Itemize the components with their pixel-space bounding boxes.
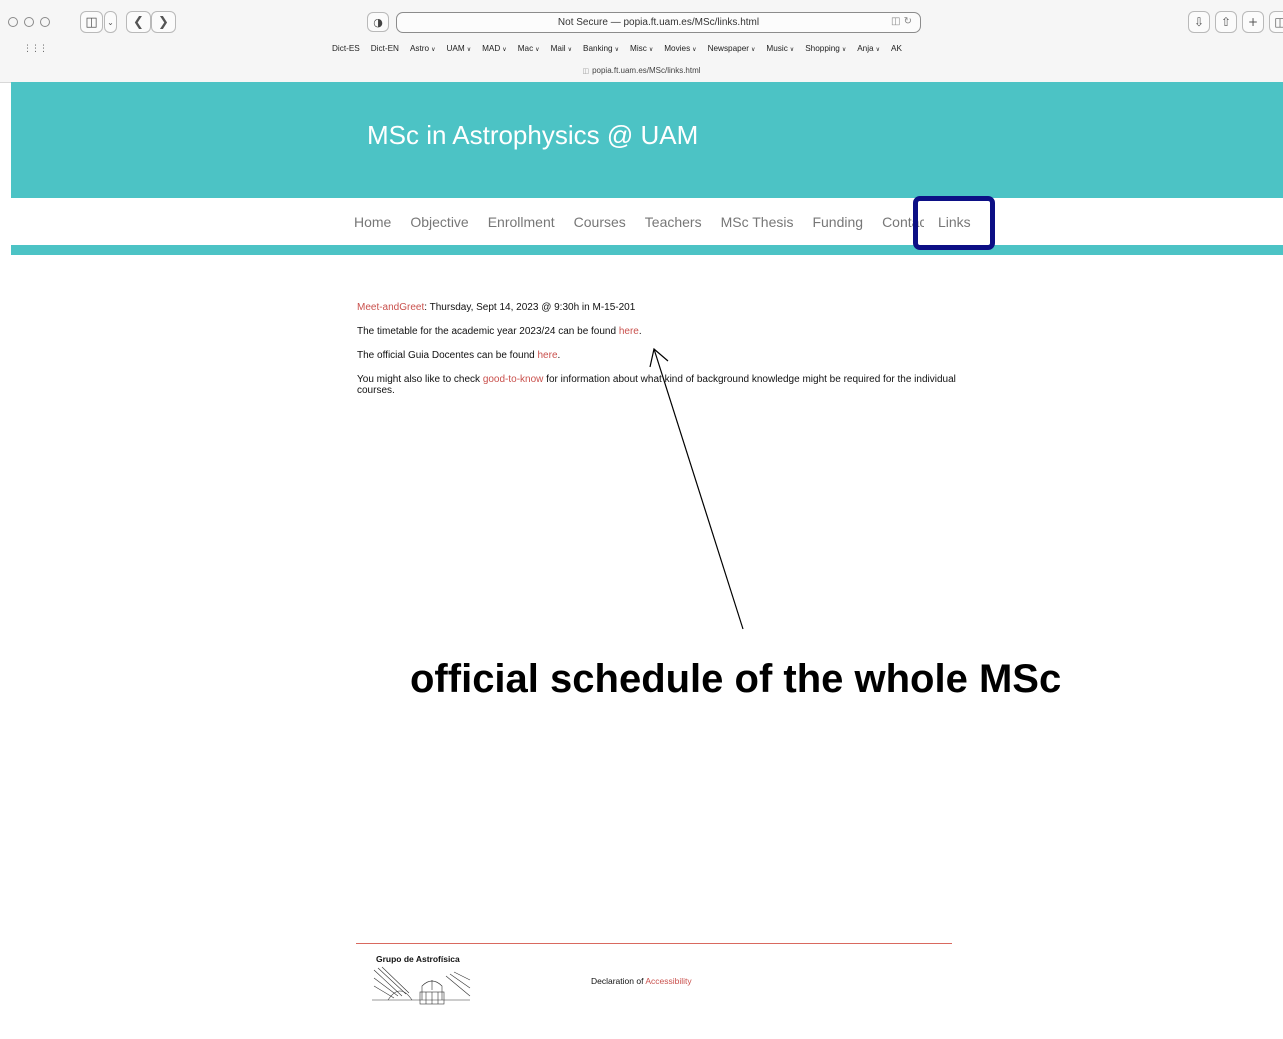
annotation-arrow (649, 347, 744, 630)
grupo-astrofisica-logo[interactable]: Grupo de Astrofísica (372, 954, 472, 1006)
access-text: Declaration of (591, 976, 646, 986)
footer-divider (356, 943, 952, 944)
accessibility-statement: Declaration of Accessibility (591, 976, 692, 986)
observatory-icon (372, 966, 471, 1005)
logo-text: Grupo de Astrofísica (376, 954, 460, 964)
accessibility-link[interactable]: Accessibility (645, 976, 691, 986)
annotation-text: official schedule of the whole MSc (410, 657, 1062, 701)
